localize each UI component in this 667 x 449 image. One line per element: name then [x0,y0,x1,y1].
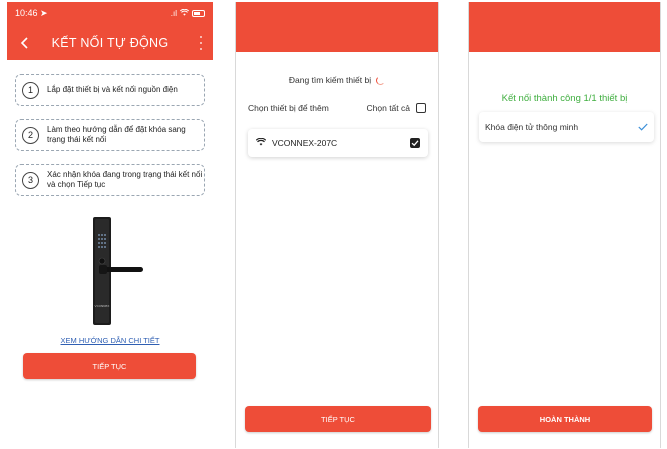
status-bar: 10:46 ➤ .ıl [15,6,205,20]
battery-icon [192,9,205,17]
step-1: 1 Lắp đặt thiết bị và kết nối nguồn điện [15,74,205,106]
step-text: Làm theo hướng dẫn để đặt khóa sang trạn… [47,125,186,144]
wifi-icon [255,137,267,148]
header [469,2,660,52]
lock-brand-text: VCONNEX [95,304,110,308]
device-item[interactable]: VCONNEX-207C [248,129,428,157]
signal-icon: .ıl [170,8,177,18]
searching-status: Đang tìm kiếm thiết bị [236,75,438,85]
select-all-checkbox[interactable] [416,103,426,113]
done-button[interactable]: HOÀN THÀNH [478,406,652,432]
connected-device-name: Khóa điện tử thông minh [485,122,579,132]
step-text: Lắp đặt thiết bị và kết nối nguồn điện [47,85,178,94]
smart-lock-image: VCONNEX [93,217,143,325]
select-device-label: Chọn thiết bị để thêm [248,103,329,113]
wifi-icon [179,8,190,18]
continue-button[interactable]: TIẾP TỤC [23,353,196,379]
auto-connect-screen: 10:46 ➤ .ıl KẾT NỐI TỰ ĐỘNG 1 Lắp đặt th… [7,2,213,448]
device-search-screen: Đang tìm kiếm thiết bị Chọn thiết bị để … [235,2,439,448]
back-button[interactable] [16,34,34,52]
step-3: 3 Xác nhận khóa đang trong trạng thái kế… [15,164,205,196]
searching-text: Đang tìm kiếm thiết bị [288,75,372,85]
status-time: 10:46 ➤ [15,7,48,18]
step-number: 1 [22,81,39,99]
status-icons: .ıl [170,8,205,18]
select-all-label: Chọn tất cả [366,103,410,113]
step-2: 2 Làm theo hướng dẫn để đặt khóa sang tr… [15,119,205,151]
guide-link[interactable]: XEM HƯỚNG DẪN CHI TIẾT [7,336,213,345]
continue-button[interactable]: TIẾP TỤC [245,406,431,432]
step-number: 3 [22,171,39,189]
select-all-toggle[interactable]: Chọn tất cả [367,103,426,113]
header: 10:46 ➤ .ıl KẾT NỐI TỰ ĐỘNG [7,2,213,60]
page-title: KẾT NỐI TỰ ĐỘNG [51,36,169,50]
back-chevron-icon [20,37,28,49]
more-vertical-icon[interactable] [197,36,205,50]
spinner-icon [376,75,386,85]
checkmark-icon [638,118,648,136]
location-arrow-icon: ➤ [40,7,48,18]
select-row: Chọn thiết bị để thêm Chọn tất cả [248,103,426,113]
step-number: 2 [22,126,39,144]
connection-success-screen: Kết nối thành công 1/1 thiết bị Khóa điệ… [468,2,661,448]
success-message: Kết nối thành công 1/1 thiết bị [501,93,628,104]
step-text: Xác nhận khóa đang trong trạng thái kết … [47,170,203,189]
connected-device-item[interactable]: Khóa điện tử thông minh [479,112,654,142]
device-name: VCONNEX-207C [272,138,338,148]
header [236,2,438,52]
device-checkbox[interactable] [410,138,420,148]
checkmark-icon [411,140,419,147]
